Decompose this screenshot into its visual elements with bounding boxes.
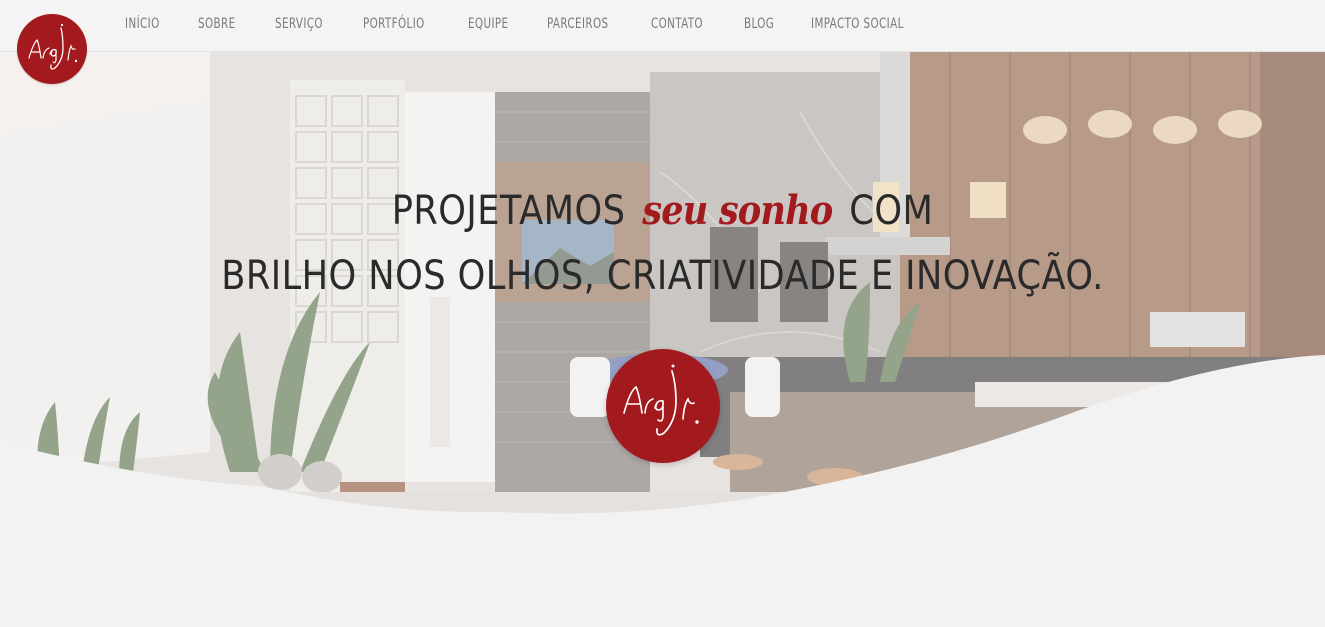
nav-item-blog[interactable]: BLOG <box>744 16 774 32</box>
nav-item-equipe[interactable]: EQUIPE <box>468 16 508 32</box>
logo-small[interactable] <box>17 14 87 84</box>
logo-large[interactable] <box>606 349 720 463</box>
main-nav: INÍCIO SOBRE SERVIÇO PORTFÓLIO EQUIPE PA… <box>125 16 924 32</box>
nav-item-servico[interactable]: SERVIÇO <box>275 16 323 32</box>
headline-before: PROJETAMOS <box>391 188 626 234</box>
nav-item-parceiros[interactable]: PARCEIROS <box>547 16 609 32</box>
logo-small-mark <box>28 23 78 70</box>
headline-after: COM <box>849 188 934 234</box>
nav-item-inicio[interactable]: INÍCIO <box>125 16 160 32</box>
logo-large-mark <box>623 364 699 436</box>
headline-line-2: BRILHO NOS OLHOS, CRIATIVIDADE E INOVAÇÃ… <box>221 253 1104 299</box>
nav-item-portfolio[interactable]: PORTFÓLIO <box>363 16 425 32</box>
navbar: INÍCIO SOBRE SERVIÇO PORTFÓLIO EQUIPE PA… <box>0 0 1325 52</box>
nav-item-sobre[interactable]: SOBRE <box>198 16 236 32</box>
headline-line-1: PROJETAMOS seu sonho COM <box>80 180 1246 242</box>
hero-headline: PROJETAMOS seu sonho COM BRILHO NOS OLHO… <box>0 180 1325 310</box>
nav-item-contato[interactable]: CONTATO <box>651 16 703 32</box>
headline-accent: seu sonho <box>642 187 833 234</box>
nav-item-impacto-social[interactable]: IMPACTO SOCIAL <box>811 16 904 32</box>
